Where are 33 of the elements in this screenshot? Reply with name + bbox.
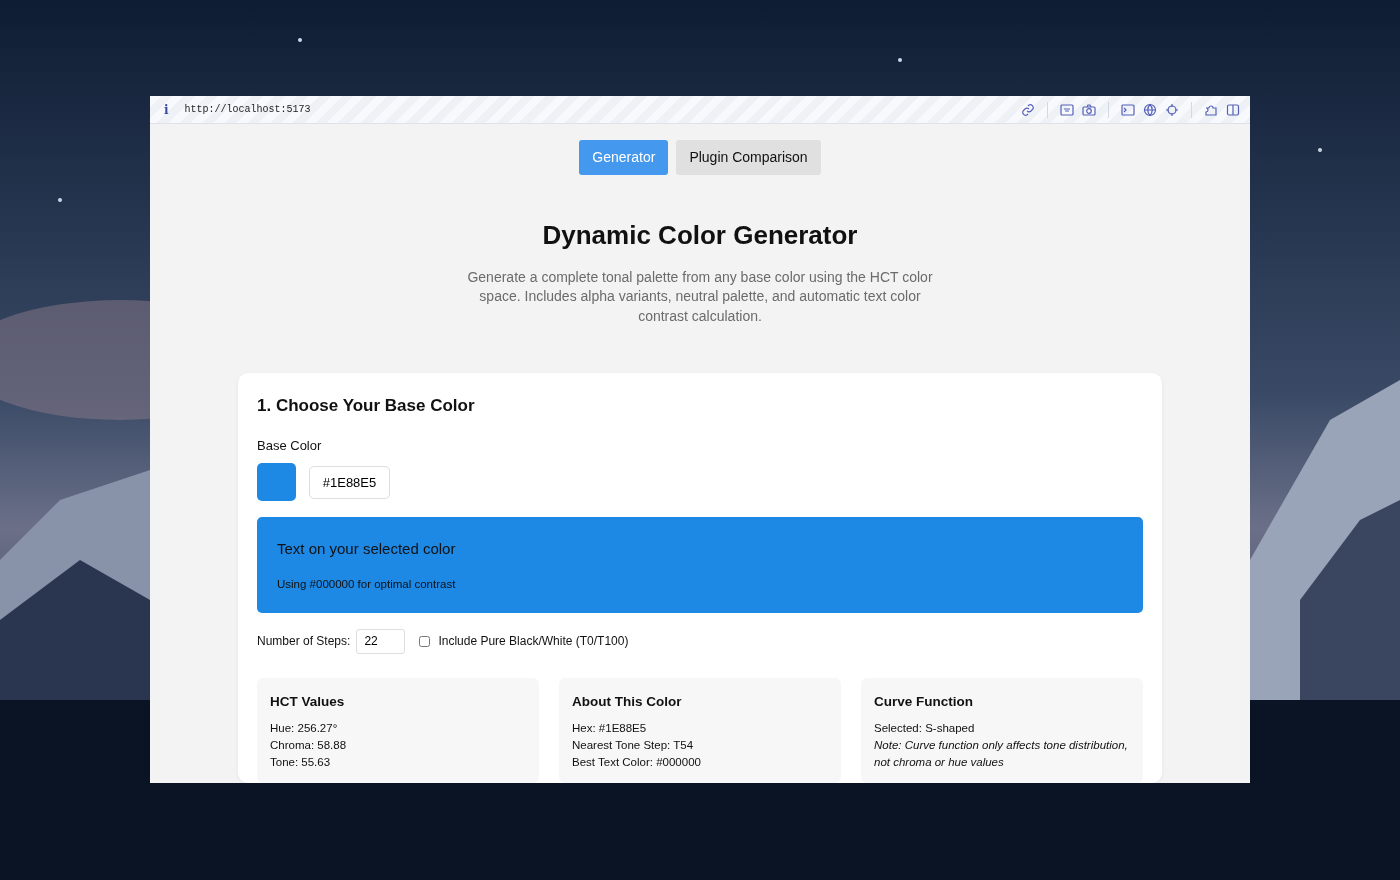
- info-icon[interactable]: i: [164, 100, 169, 119]
- checkbox[interactable]: [419, 635, 431, 647]
- page-title: Dynamic Color Generator: [542, 220, 858, 252]
- card-title: Curve Function: [874, 692, 974, 711]
- color-swatch[interactable]: [257, 463, 296, 501]
- description-text: Generate a complete tonal palette from any base color using the HCT color space. Includes alpha variants, neutral palette, and automatic text color contrast calculation.: [466, 267, 934, 326]
- info-text: Tone: 55.63: [270, 755, 332, 770]
- note-text: Note: Curve function only affects tone distribution, not chroma or hue values: [874, 738, 1129, 770]
- field-label: Base Color: [257, 436, 323, 455]
- hex-input-field[interactable]: #1E88E5: [309, 465, 390, 499]
- info-text: Chroma: 58.88: [270, 738, 348, 753]
- info-text: Selected: S-shaped: [874, 721, 976, 736]
- field-label: Number of Steps:: [257, 633, 351, 651]
- info-text: Best Text Color: #000000: [572, 755, 702, 770]
- card-title: About This Color: [572, 692, 683, 711]
- terminal-icon[interactable]: [1121, 102, 1135, 117]
- screen-icon[interactable]: [1060, 102, 1074, 117]
- url-text: http://localhost:5173: [184, 103, 311, 118]
- split-panel-icon[interactable]: [1226, 102, 1240, 117]
- info-text: Hue: 256.27°: [270, 721, 339, 736]
- info-text: Nearest Tone Step: T54: [572, 738, 695, 753]
- crosshair-icon[interactable]: [1165, 102, 1179, 117]
- link-icon[interactable]: [1021, 102, 1035, 117]
- section-heading: 1. Choose Your Base Color: [257, 395, 476, 417]
- card-title: HCT Values: [270, 692, 346, 711]
- steps-input-field[interactable]: 22: [356, 628, 406, 654]
- tab[interactable]: Plugin Comparison: [676, 140, 821, 176]
- checkbox-label[interactable]: Include Pure Black/White (T0/T100): [438, 632, 629, 651]
- camera-icon[interactable]: [1082, 102, 1096, 117]
- preview-heading: Text on your selected color: [277, 539, 457, 559]
- info-text: Hex: #1E88E5: [572, 721, 648, 736]
- globe-icon[interactable]: [1143, 102, 1157, 117]
- preview-note: Using #000000 for optimal contrast: [277, 576, 457, 592]
